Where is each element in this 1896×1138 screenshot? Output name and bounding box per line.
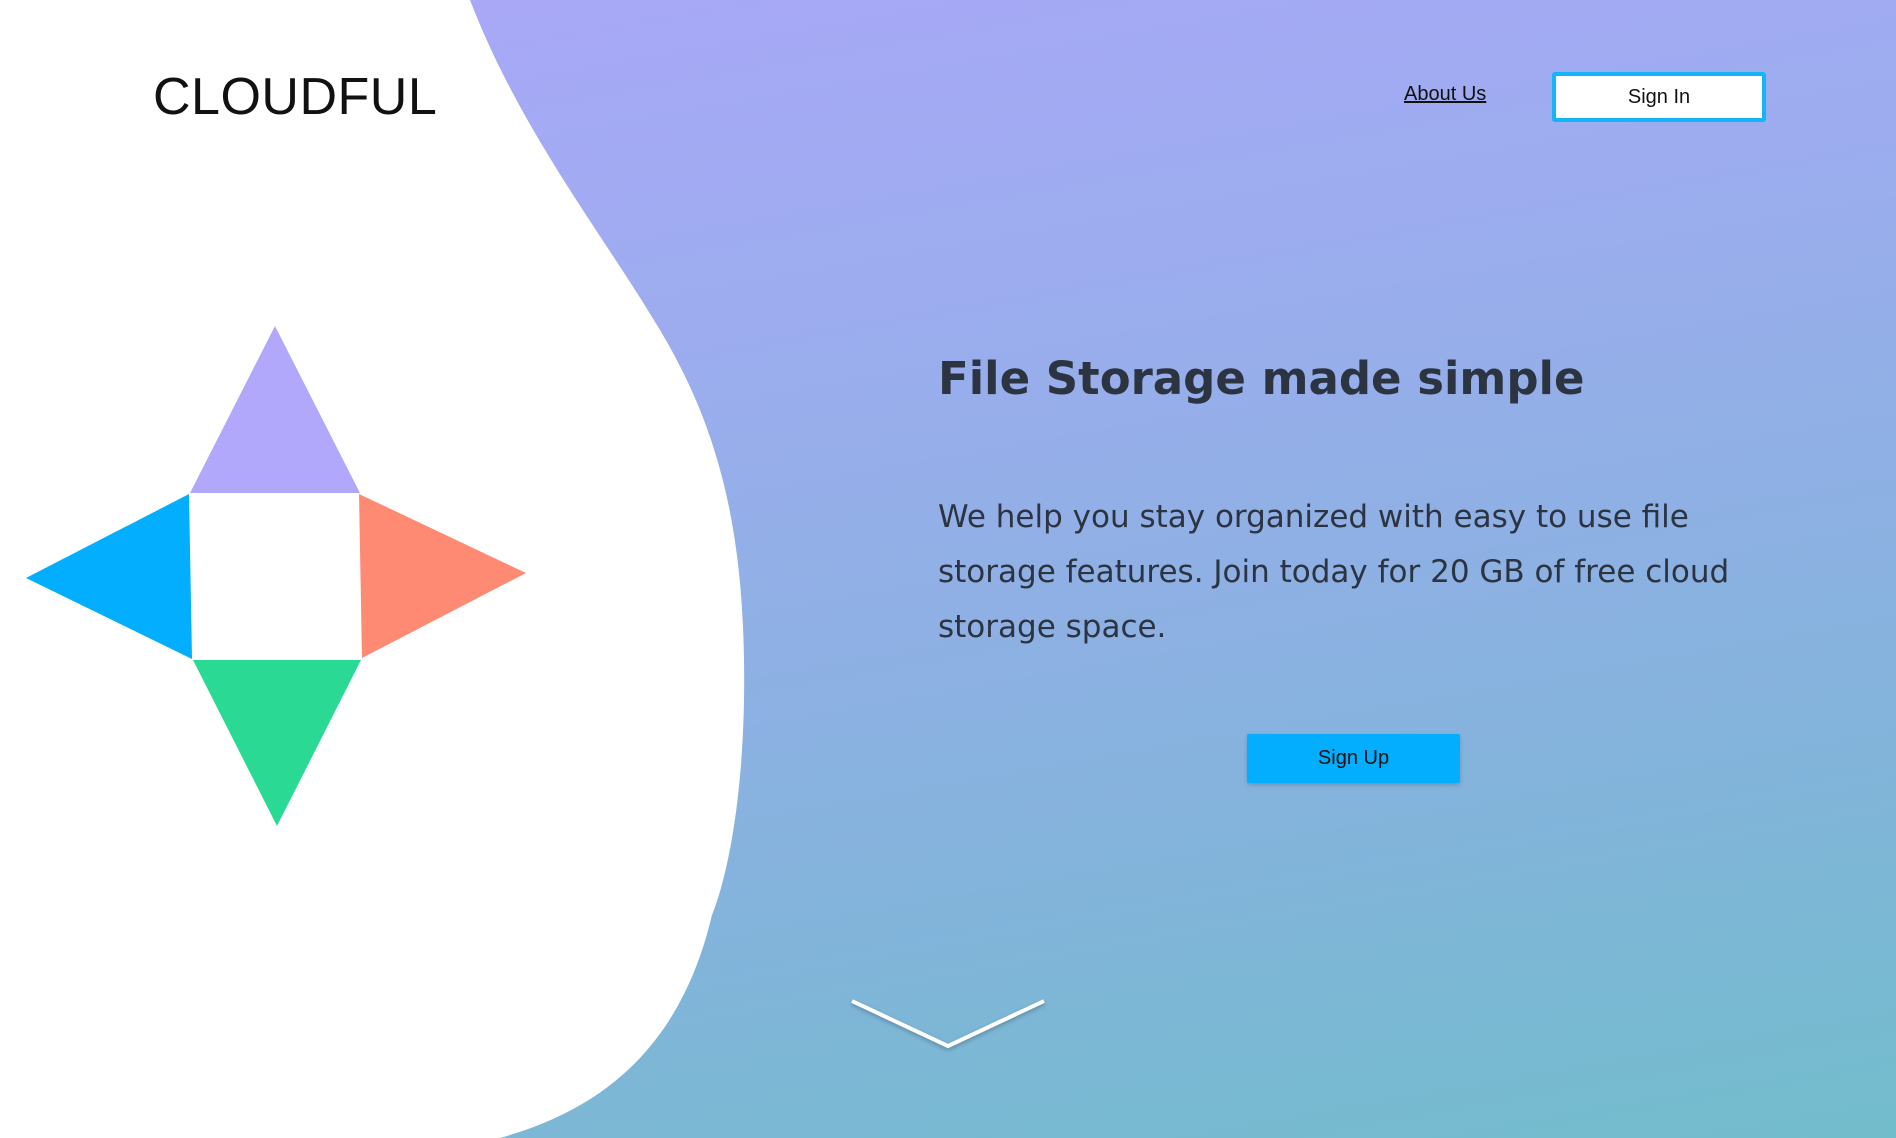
about-us-link[interactable]: About Us (1404, 83, 1486, 106)
star-bottom-triangle (193, 660, 361, 826)
sign-up-label: Sign Up (1317, 747, 1390, 769)
logo-text-light: CLOUD (153, 68, 338, 126)
chevron-down-icon[interactable] (847, 993, 1049, 1053)
four-point-star-icon (26, 326, 526, 826)
star-right-triangle (359, 494, 526, 658)
star-left-triangle (26, 494, 192, 659)
hero-headline: File Storage made simple (938, 352, 1585, 405)
star-top-triangle (190, 326, 360, 493)
logo-text-bold: FUL (337, 68, 438, 126)
brand-logo[interactable]: CLOUDFUL (153, 66, 437, 128)
hero-tagline: We help you stay organized with easy to … (938, 499, 1730, 645)
sign-in-label: Sign In (1627, 85, 1691, 108)
sign-up-button[interactable]: Sign Up (1247, 734, 1460, 783)
sign-in-button[interactable]: Sign In (1552, 72, 1766, 122)
